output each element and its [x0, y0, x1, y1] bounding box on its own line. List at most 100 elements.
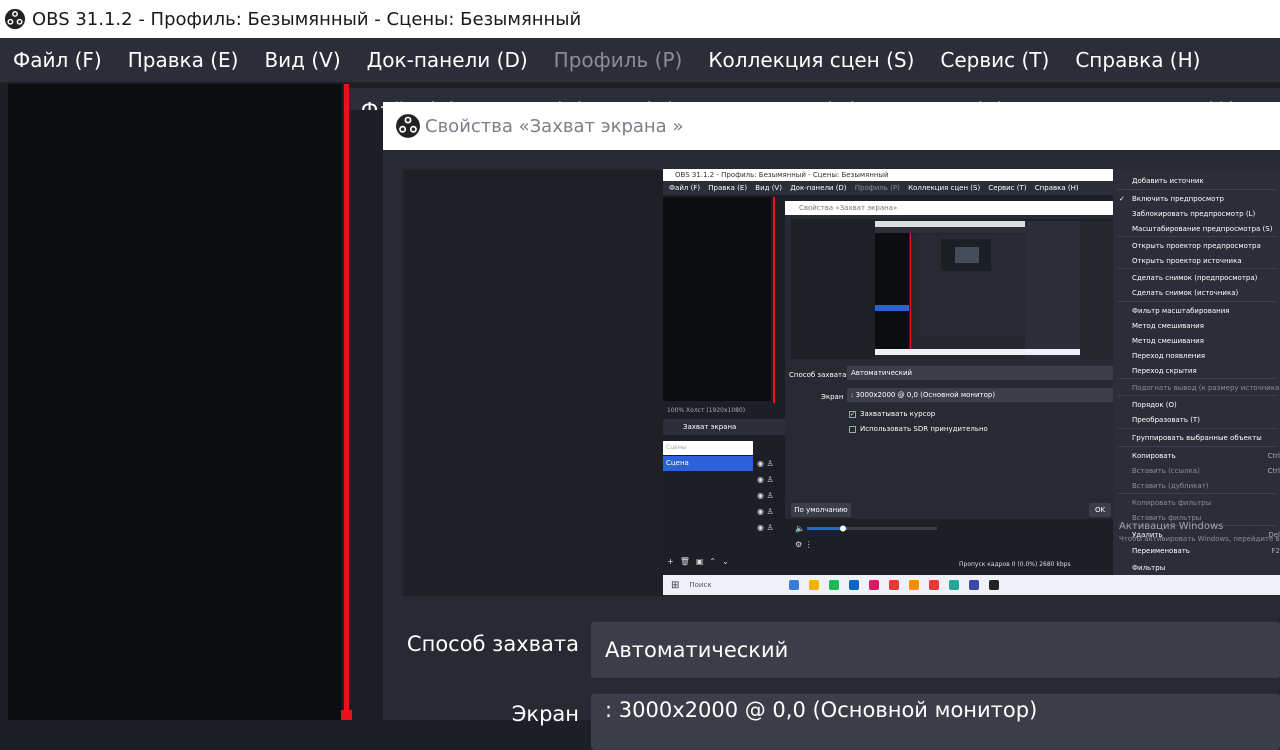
context-menu-item[interactable]: Фильтры — [1132, 564, 1165, 572]
context-menu-item[interactable]: Добавить источник — [1132, 177, 1204, 185]
obs-logo-icon — [4, 8, 26, 30]
nested-menu-item: Док-панели (D) — [790, 184, 847, 192]
taskbar-search: Поиск — [689, 581, 712, 589]
nested-visibility-icons: ◉ ♙ ◉ ♙ ◉ ♙ ◉ ♙ ◉ ♙ — [753, 456, 783, 536]
taskbar-app-icon — [949, 580, 960, 590]
eye-icon: ◉ ♙ — [757, 523, 774, 532]
nested-audio-mixer: 🔈 ⚙ ⋮ — [795, 524, 937, 549]
nested-inner-preview — [791, 219, 1113, 359]
nested-menu-bar: Файл (F) Правка (E) Вид (V) Док-панели (… — [663, 181, 1113, 195]
context-menu-separator — [1117, 378, 1277, 379]
nested-scene-item: Сцена — [663, 456, 753, 471]
taskbar-app-icon — [829, 580, 840, 590]
taskbar-app-icon — [869, 580, 880, 590]
screen-select[interactable]: : 3000x2000 @ 0,0 (Основной монитор) — [591, 694, 1280, 750]
nested-title-bar: OBS 31.1.2 - Профиль: Безымянный - Сцены… — [663, 169, 1113, 181]
context-menu-item: Вставить (дубликат) — [1132, 482, 1209, 490]
menu-tools[interactable]: Сервис (T) — [940, 48, 1049, 72]
menu-bar: Файл (F) Правка (E) Вид (V) Док-панели (… — [0, 38, 1280, 82]
windows-activation-title: Активация Windows — [1119, 521, 1224, 532]
taskbar-app-icon — [969, 580, 980, 590]
nested-defaults-button: По умолчанию — [791, 503, 851, 517]
nested-menu-item: Файл (F) — [669, 184, 701, 192]
menu-file[interactable]: Файл (F) — [13, 48, 102, 72]
context-menu-item[interactable]: Копировать — [1132, 452, 1176, 460]
resize-handle[interactable] — [341, 710, 352, 720]
nested-screen-label: Экран — [821, 393, 844, 401]
context-menu-item[interactable]: Метод смешивания — [1132, 337, 1204, 345]
nested-stats: Пропуск кадров 0 (0.0%) 2680 kbps — [959, 561, 1071, 568]
context-menu-item[interactable]: Включить предпросмотр — [1132, 195, 1224, 203]
nested-force-sdr-checkbox: Использовать SDR принудительно — [849, 425, 988, 433]
window-title: OBS 31.1.2 - Профиль: Безымянный - Сцены… — [32, 8, 582, 30]
nested-menu-item: Профиль (P) — [854, 184, 900, 192]
nested-red-edge — [773, 197, 775, 403]
obs-logo-icon — [396, 114, 420, 138]
context-menu-item[interactable]: Переименовать — [1132, 547, 1190, 555]
context-menu-item[interactable]: Заблокировать предпросмотр (L) — [1132, 210, 1255, 218]
context-menu-item[interactable]: Группировать выбранные объекты — [1132, 434, 1262, 442]
checkbox-empty-icon — [849, 425, 856, 433]
nested-menu-item: Справка (H) — [1034, 184, 1079, 192]
menu-scene-collection[interactable]: Коллекция сцен (S) — [708, 48, 914, 72]
window-title-bar[interactable]: OBS 31.1.2 - Профиль: Безымянный - Сцены… — [0, 0, 1280, 38]
nested-capture-cursor-checkbox: ✓ Захватывать курсор — [849, 410, 935, 418]
dialog-title: Свойства «Захват экрана » — [425, 115, 684, 137]
screen-label: Экран — [511, 702, 579, 726]
preview-selection-edge — [344, 84, 349, 714]
context-menu-item: Копировать фильтры — [1132, 499, 1212, 507]
nested-screen-value: : 3000x2000 @ 0,0 (Основной монитор) — [847, 388, 1113, 402]
nested-dialog-title: Свойства «Захват экрана» — [785, 201, 1113, 215]
context-menu-item[interactable]: Сделать снимок (предпросмотра) — [1132, 274, 1257, 282]
nested-left-dock — [663, 197, 771, 401]
menu-docks[interactable]: Док-панели (D) — [367, 48, 528, 72]
taskbar-app-icon — [909, 580, 920, 590]
context-menu-separator — [1117, 236, 1277, 237]
context-menu-item[interactable]: Сделать снимок (источника) — [1132, 289, 1238, 297]
capture-method-label: Способ захвата — [406, 632, 579, 656]
context-menu-item[interactable]: Переход скрытия — [1132, 367, 1197, 375]
nested-scenes-header: Сцены — [663, 441, 753, 455]
eye-icon: ◉ ♙ — [757, 459, 774, 468]
context-menu-shortcut: Ctrl — [1267, 467, 1280, 475]
nested-menu-item: Правка (E) — [708, 184, 748, 192]
recursive-capture-graphic — [875, 221, 1080, 359]
context-menu-item[interactable]: Открыть проектор источника — [1132, 257, 1242, 265]
context-menu-item[interactable]: Преобразовать (T) — [1132, 416, 1200, 424]
context-menu-separator — [1117, 428, 1277, 429]
eye-icon: ◉ ♙ — [757, 475, 774, 484]
context-menu-item: Подогнать вывод (к размеру источника) — [1132, 384, 1280, 392]
context-menu-separator — [1117, 395, 1277, 396]
checkmark-icon: ✓ — [849, 410, 856, 418]
eye-icon: ◉ ♙ — [757, 507, 774, 516]
context-menu-item[interactable]: Масштабирование предпросмотра (S) — [1132, 225, 1272, 233]
context-menu-item: Вставить (ссылка) — [1132, 467, 1200, 475]
taskbar-obs-icon — [989, 580, 1000, 590]
nested-capture-method-value: Автоматический — [847, 366, 1113, 380]
svg-text:⚙ ⋮: ⚙ ⋮ — [795, 540, 813, 549]
context-menu-item[interactable]: Метод смешивания — [1132, 322, 1204, 330]
left-dock-panel — [8, 84, 342, 720]
eye-icon: ◉ ♙ — [757, 491, 774, 500]
context-menu: Добавить источник Включить предпросмотр ✓ З… — [1113, 169, 1280, 575]
nested-statusbar: 100% Холст (1920x1080) — [663, 405, 785, 417]
context-menu-item[interactable]: Открыть проектор предпросмотра — [1132, 242, 1261, 250]
nested-bottom-toolbar: +🗑▣⌃⌄ — [667, 557, 735, 566]
dialog-title-bar[interactable]: Свойства «Захват экрана » — [383, 102, 1280, 150]
context-menu-item[interactable]: Фильтр масштабирования — [1132, 307, 1229, 315]
context-menu-separator — [1117, 268, 1277, 269]
windows-start-icon: ⊞ — [671, 579, 680, 591]
checkmark-icon: ✓ — [1119, 195, 1125, 203]
context-menu-separator — [1117, 493, 1277, 494]
menu-view[interactable]: Вид (V) — [264, 48, 340, 72]
taskbar-app-icon — [849, 580, 860, 590]
menu-help[interactable]: Справка (H) — [1075, 48, 1200, 72]
menu-edit[interactable]: Правка (E) — [128, 48, 239, 72]
nested-force-sdr-label: Использовать SDR принудительно — [860, 425, 988, 433]
context-menu-item[interactable]: Порядок (O) — [1132, 401, 1177, 409]
nested-menu-item: Коллекция сцен (S) — [908, 184, 981, 192]
nested-screen-capture: OBS 31.1.2 - Профиль: Безымянный - Сцены… — [663, 169, 1280, 595]
context-menu-item[interactable]: Переход появления — [1132, 352, 1205, 360]
nested-menu-item: Сервис (T) — [988, 184, 1027, 192]
capture-method-select[interactable]: Автоматический — [591, 622, 1280, 678]
